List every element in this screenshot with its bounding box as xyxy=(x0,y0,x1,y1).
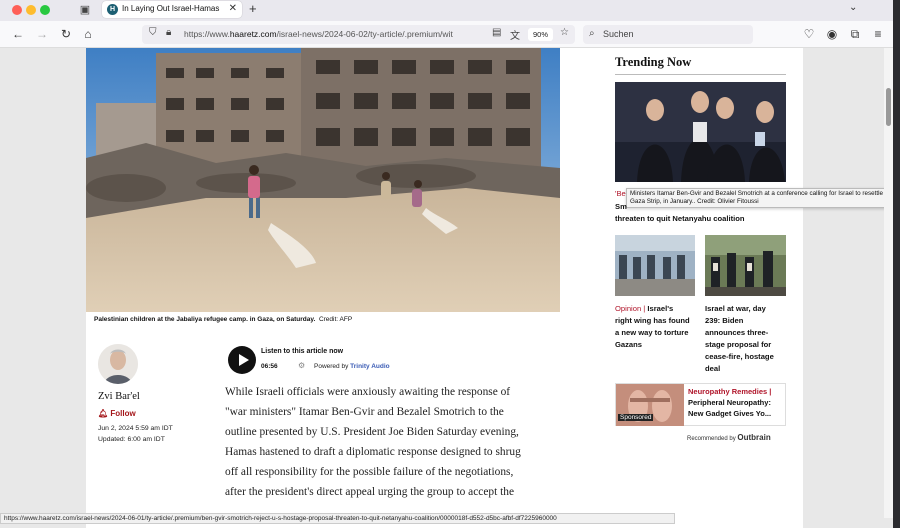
divider xyxy=(615,74,786,75)
trending-item-1-title-line2[interactable]: Sm xyxy=(615,201,627,213)
trending-image-3[interactable] xyxy=(705,235,786,296)
sponsored-ad[interactable]: Sponsored Neuropathy Remedies | Peripher… xyxy=(615,383,786,426)
home-icon[interactable]: ⌂ xyxy=(80,26,96,42)
body-line: outline presented by U.S. President Joe … xyxy=(225,426,519,438)
trending-item-3-title[interactable]: Israel at war, day 239: Biden announces th… xyxy=(705,303,790,375)
scrollbar-thumb[interactable] xyxy=(886,88,891,126)
reload-icon[interactable]: ↻ xyxy=(58,26,74,42)
search-bar[interactable]: ⌕ Suchen xyxy=(583,25,753,44)
minimize-window-button[interactable] xyxy=(26,5,36,15)
search-icon: ⌕ xyxy=(589,28,595,39)
status-bar-url: https://www.haaretz.com/israel-news/2024… xyxy=(0,513,675,524)
close-window-button[interactable] xyxy=(12,5,22,15)
ad-title[interactable]: Peripheral Neuropathy: New Gadget Gives … xyxy=(688,397,785,419)
article-container: Palestinian children at the Jabaliya ref… xyxy=(86,48,893,528)
shield-icon[interactable]: ⛉ xyxy=(149,27,157,38)
publish-date: Jun 2, 2024 5:59 am IDT xyxy=(98,425,173,432)
forward-arrow-icon[interactable]: → xyxy=(34,26,50,42)
lock-icon[interactable]: 🔒︎ xyxy=(166,27,171,38)
tab-active[interactable]: H In Laying Out Israel-Hamas Dea ✕ xyxy=(102,1,242,18)
audio-duration: 06:56 xyxy=(261,363,278,370)
haaretz-favicon-icon: H xyxy=(107,4,118,15)
trending-image-1[interactable] xyxy=(615,82,786,182)
body-line: Hamas hastened to draft a diplomatic res… xyxy=(225,446,521,458)
author-name[interactable]: Zvi Bar'el xyxy=(98,391,140,402)
bell-icon: 🔔︎ xyxy=(98,409,109,418)
chevron-down-icon[interactable]: ⌄ xyxy=(849,2,857,13)
zoom-level[interactable]: 90% xyxy=(528,28,553,41)
body-line: "war ministers" Itamar Ben-Gvir and Beza… xyxy=(225,406,504,418)
play-audio-button[interactable] xyxy=(228,346,256,374)
ad-kicker[interactable]: Neuropathy Remedies | xyxy=(688,387,771,396)
account-icon[interactable]: ◉ xyxy=(824,26,840,42)
navigation-bar: ← → ↻ ⌂ ⛉ 🔒︎ https://www.haaretz.com/isr… xyxy=(0,21,893,48)
sponsored-label: Sponsored xyxy=(618,414,654,421)
photo-caption: Palestinian children at the Jabaliya ref… xyxy=(94,316,353,323)
tab-list-icon[interactable]: ▣ xyxy=(77,2,93,18)
audio-settings-icon[interactable]: ⚙ xyxy=(298,361,305,370)
address-bar[interactable]: ⛉ 🔒︎ https://www.haaretz.com/israel-news… xyxy=(142,25,575,44)
desktop-background xyxy=(893,0,900,528)
trending-heading: Trending Now xyxy=(615,55,692,69)
outbrain-logo: Outbrain xyxy=(737,433,771,442)
browser-window: ▣ H In Laying Out Israel-Hamas Dea ✕ + ⌄… xyxy=(0,0,893,528)
article-hero-image[interactable] xyxy=(86,48,560,312)
updated-date: Updated: 6:00 am IDT xyxy=(98,436,165,443)
back-arrow-icon[interactable]: ← xyxy=(10,26,26,42)
trending-item-1-title-line3[interactable]: threaten to quit Netanyahu coalition xyxy=(615,213,787,225)
audio-label: Listen to this article now xyxy=(261,348,344,355)
close-tab-icon[interactable]: ✕ xyxy=(229,3,237,14)
extensions-icon[interactable]: ⧉ xyxy=(847,26,863,42)
reader-view-icon[interactable]: ▤ xyxy=(492,27,501,38)
new-tab-icon[interactable]: + xyxy=(249,1,257,16)
tab-title: In Laying Out Israel-Hamas Dea xyxy=(122,4,222,13)
menu-icon[interactable]: ≡ xyxy=(870,26,886,42)
page-viewport: Palestinian children at the Jabaliya ref… xyxy=(0,48,893,528)
maximize-window-button[interactable] xyxy=(40,5,50,15)
ad-image[interactable]: Sponsored xyxy=(616,384,684,426)
search-input[interactable]: Suchen xyxy=(603,29,634,39)
trending-image-2[interactable] xyxy=(615,235,695,296)
article-body: While Israeli officials were anxiously a… xyxy=(225,382,555,502)
body-line: after the president's direct appeal urgi… xyxy=(225,486,515,498)
author-avatar[interactable] xyxy=(98,344,138,384)
bookmark-star-icon[interactable]: ☆ xyxy=(560,27,569,38)
audio-powered-by: Powered by Trinity Audio xyxy=(314,363,390,370)
pocket-icon[interactable]: ♡ xyxy=(801,26,817,42)
url-text[interactable]: https://www.haaretz.com/israel-news/2024… xyxy=(184,29,484,39)
image-tooltip: Ministers Itamar Ben-Gvir and Bezalel Sm… xyxy=(626,188,893,208)
scrollbar[interactable] xyxy=(884,48,893,518)
translate-icon[interactable]: 文 xyxy=(510,27,520,42)
body-line: While Israeli officials were anxiously a… xyxy=(225,386,511,398)
outbrain-attribution[interactable]: Recommended by Outbrain xyxy=(687,433,771,442)
follow-button[interactable]: 🔔︎ Follow xyxy=(98,409,136,418)
body-line: off all responsibility for the possible … xyxy=(225,466,514,478)
tab-bar: ▣ H In Laying Out Israel-Hamas Dea ✕ + ⌄ xyxy=(0,0,893,21)
trending-item-1-title[interactable]: 'Be xyxy=(615,188,627,200)
trending-item-2-title[interactable]: Opinion | Israel's right wing has found a … xyxy=(615,303,697,351)
